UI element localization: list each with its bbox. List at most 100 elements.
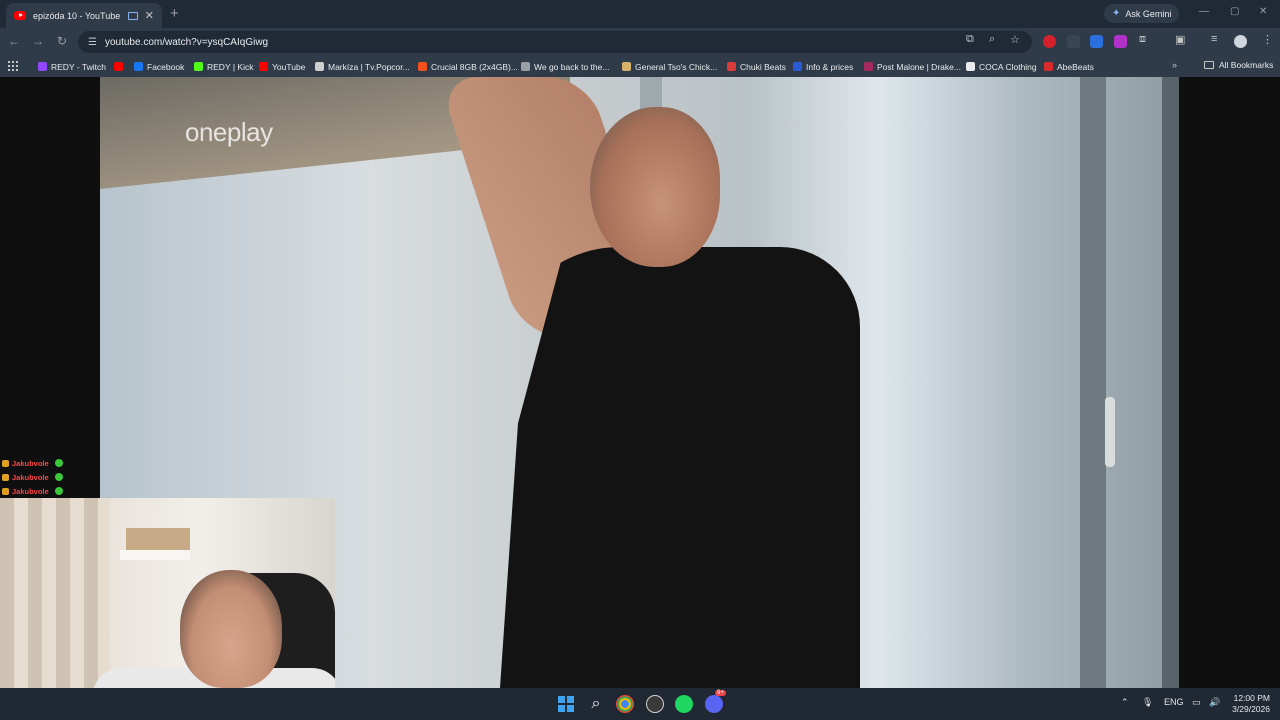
bookmark-item[interactable]: General Tso's Chick... bbox=[622, 60, 717, 73]
chat-username: Jakubvole bbox=[12, 486, 49, 496]
bookmark-label: COCA Clothing bbox=[979, 61, 1037, 72]
back-arrow-icon[interactable]: ← bbox=[6, 34, 22, 48]
youtube-watch-page: oneplay JakubvoleJakubvoleJakubvolePeder… bbox=[0, 77, 1280, 688]
taskbar-search-icon[interactable]: ⌕ bbox=[587, 695, 605, 713]
reading-list-icon[interactable]: ≡ bbox=[1211, 33, 1217, 45]
video-scene-person bbox=[500, 247, 860, 688]
bookmark-favicon-icon bbox=[194, 62, 203, 71]
obs-taskbar-icon[interactable] bbox=[646, 695, 664, 713]
network-icon[interactable]: ▭ bbox=[1192, 697, 1201, 708]
extension-red-icon[interactable] bbox=[1043, 35, 1056, 48]
minimize-icon[interactable]: — bbox=[1199, 6, 1209, 17]
bookmark-item[interactable]: COCA Clothing bbox=[966, 60, 1037, 73]
bookmark-label: Post Malone | Drake... bbox=[877, 61, 961, 72]
bookmarks-bar: REDY - Twitch Facebook REDY | Kick YouTube M… bbox=[0, 56, 1280, 77]
menu-kebab-icon[interactable]: ⋮ bbox=[1262, 33, 1273, 46]
zoom-icon[interactable]: ⌕ bbox=[989, 33, 995, 46]
maximize-icon[interactable]: ▢ bbox=[1230, 6, 1239, 17]
ask-gemini-label: Ask Gemini bbox=[1125, 8, 1172, 19]
chat-badge-icon bbox=[2, 473, 9, 481]
bookmark-item[interactable]: YouTube bbox=[259, 60, 305, 73]
bookmark-favicon-icon bbox=[259, 62, 268, 71]
clock-time: 12:00 PM bbox=[1233, 693, 1270, 703]
bookmark-favicon-icon bbox=[864, 62, 873, 71]
channel-watermark: oneplay bbox=[185, 117, 273, 147]
bookmark-label: Markíza | Tv.Popcor... bbox=[328, 61, 410, 72]
volume-icon[interactable]: 🔊 bbox=[1209, 697, 1220, 708]
start-windows-icon[interactable] bbox=[557, 695, 575, 713]
clock-date: 3/29/2026 bbox=[1232, 704, 1270, 714]
address-bar[interactable]: ☰ youtube.com/watch?v=ysqCAIqGiwg bbox=[78, 31, 1032, 53]
close-window-icon[interactable]: ✕ bbox=[1259, 6, 1267, 17]
discord-taskbar-icon[interactable]: 9+ bbox=[705, 690, 726, 713]
bookmark-favicon-icon bbox=[315, 62, 324, 71]
folder-icon bbox=[1204, 61, 1214, 69]
apps-grid-icon[interactable] bbox=[8, 61, 18, 71]
chrome-taskbar-icon[interactable] bbox=[616, 695, 634, 713]
chat-message: Jakubvole bbox=[2, 484, 202, 498]
forward-arrow-icon[interactable]: → bbox=[30, 34, 46, 48]
bookmark-item[interactable]: Info & prices bbox=[793, 60, 853, 73]
profile-avatar[interactable] bbox=[1234, 35, 1247, 48]
chat-emote-icon bbox=[54, 487, 63, 495]
bookmark-item[interactable] bbox=[114, 60, 127, 73]
new-tab-button[interactable]: + bbox=[170, 5, 179, 22]
bookmark-favicon-icon bbox=[38, 62, 47, 71]
bookmark-label: General Tso's Chick... bbox=[635, 61, 718, 72]
system-clock[interactable]: 12:00 PM 3/29/2026 bbox=[1226, 693, 1270, 715]
bookmark-favicon-icon bbox=[966, 62, 975, 71]
extensions-puzzle-icon[interactable]: ⧈ bbox=[1139, 33, 1146, 46]
tray-overflow-icon[interactable]: ⌃ bbox=[1121, 697, 1129, 708]
tab-title: epizóda 10 - YouTube bbox=[33, 10, 121, 21]
close-tab-icon[interactable]: ✕ bbox=[145, 9, 154, 22]
bookmark-star-icon[interactable]: ☆ bbox=[1010, 33, 1020, 46]
input-language[interactable]: ENG bbox=[1164, 697, 1184, 707]
bookmark-item[interactable]: Facebook bbox=[134, 60, 184, 73]
media-playing-icon[interactable] bbox=[127, 11, 138, 20]
bookmarks-overflow-icon[interactable]: » bbox=[1172, 60, 1177, 70]
site-info-icon[interactable]: ☰ bbox=[88, 37, 97, 48]
bookmark-item[interactable]: REDY | Kick bbox=[194, 60, 253, 73]
bookmark-item[interactable]: AbeBeats bbox=[1044, 60, 1094, 73]
bookmark-item[interactable]: Markíza | Tv.Popcor... bbox=[315, 60, 410, 73]
microphone-icon[interactable]: 🎙 bbox=[1142, 697, 1153, 708]
chat-badge-icon bbox=[2, 487, 9, 495]
bookmark-label: REDY - Twitch bbox=[51, 61, 106, 72]
bookmark-label: AbeBeats bbox=[1057, 61, 1094, 72]
extension-blue-icon[interactable] bbox=[1090, 35, 1103, 48]
bookmark-item[interactable]: Post Malone | Drake... bbox=[864, 60, 961, 73]
reload-icon[interactable]: ↻ bbox=[54, 34, 70, 48]
bookmark-favicon-icon bbox=[134, 62, 143, 71]
chat-username: Jakubvole bbox=[12, 458, 49, 468]
youtube-favicon-icon bbox=[14, 11, 26, 20]
all-bookmarks-label: All Bookmarks bbox=[1219, 60, 1274, 70]
bookmark-label: YouTube bbox=[272, 61, 306, 72]
browser-toolbar: ← → ↻ ☰ youtube.com/watch?v=ysqCAIqGiwg … bbox=[0, 28, 1280, 56]
chat-emote-icon bbox=[54, 459, 63, 467]
bookmark-favicon-icon bbox=[1044, 62, 1053, 71]
bookmark-favicon-icon bbox=[622, 62, 631, 71]
video-scene-window-frame bbox=[1080, 77, 1106, 688]
ask-gemini-button[interactable]: ✦ Ask Gemini bbox=[1104, 4, 1180, 23]
bookmark-label: Info & prices bbox=[806, 61, 854, 72]
extension-purple-icon[interactable] bbox=[1114, 35, 1127, 48]
bookmark-item[interactable]: Chuki Beats bbox=[727, 60, 786, 73]
all-bookmarks-button[interactable]: All Bookmarks bbox=[1204, 60, 1273, 70]
bookmark-label: Chuki Beats bbox=[740, 61, 786, 72]
streamer-head bbox=[180, 570, 282, 688]
bookmark-favicon-icon bbox=[521, 62, 530, 71]
tab-youtube[interactable]: epizóda 10 - YouTube ✕ bbox=[6, 3, 162, 28]
cast-icon[interactable]: ⧉ bbox=[966, 33, 974, 46]
bookmark-item[interactable]: REDY - Twitch bbox=[38, 60, 106, 73]
windows-taskbar: ⌕ 9+ ⌃ 🎙 ENG ▭ 🔊 12:00 PM 3/29/2026 bbox=[0, 688, 1280, 720]
bookmark-label: We go back to the... bbox=[534, 61, 610, 72]
split-view-icon[interactable]: ▣ bbox=[1175, 33, 1185, 46]
bookmark-favicon-icon bbox=[114, 62, 123, 71]
bookmark-item[interactable]: Crucial 8GB (2x4GB)... bbox=[418, 60, 518, 73]
bookmark-item[interactable]: We go back to the... bbox=[521, 60, 609, 73]
spotify-taskbar-icon[interactable] bbox=[675, 695, 693, 713]
tab-strip: epizóda 10 - YouTube ✕ + ✦ Ask Gemini — … bbox=[0, 0, 1280, 28]
extension-gray-icon[interactable] bbox=[1067, 35, 1080, 48]
url-text[interactable]: youtube.com/watch?v=ysqCAIqGiwg bbox=[105, 37, 268, 48]
bookmark-favicon-icon bbox=[727, 62, 736, 71]
